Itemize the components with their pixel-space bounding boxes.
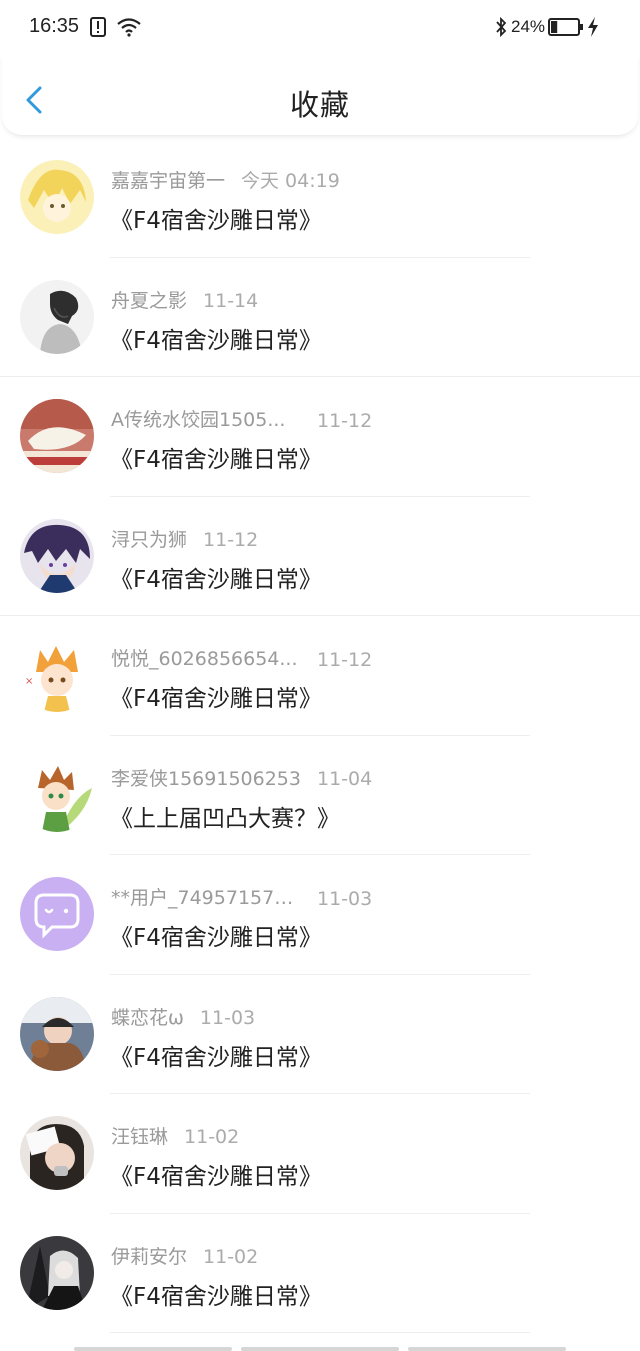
user-name[interactable]: 悦悦_6026856654... [111,644,301,671]
default-chat-bubble-avatar[interactable] [20,877,94,951]
page-title: 收藏 [289,88,350,122]
bottom-nav-hint [0,1345,640,1351]
list-item[interactable]: 伊莉安尔 11-02 《F4宿舍沙雕日常》 [0,1214,640,1333]
anime-blonde-avatar[interactable] [20,160,94,234]
item-meta: **用户_749571570... 11-03 [111,883,372,910]
battery-icon [548,18,583,36]
list-item[interactable]: 李爱侠15691506253 11-04 《上上届凹凸大赛？》 [0,736,640,855]
list-item[interactable]: × 悦悦_6026856654... 11-12 《F4宿舍沙雕日常》 [0,616,640,736]
user-name[interactable]: 李爱侠15691506253 [111,764,301,791]
item-date: 11-02 [184,1126,240,1148]
item-title[interactable]: 《F4宿舍沙雕日常》 [110,918,322,952]
status-time: 16:35 [29,15,80,37]
svg-text:×: × [25,676,33,687]
item-title[interactable]: 《F4宿舍沙雕日常》 [110,440,322,474]
list-item[interactable]: 汪钰琳 11-02 《F4宿舍沙雕日常》 [0,1094,640,1214]
item-meta: A传统水饺园1505... 11-12 [111,405,372,432]
child-photo-avatar[interactable] [20,996,94,1071]
divider [110,1332,530,1333]
alert-box-icon [90,17,106,37]
list-item[interactable]: 浔只为狮 11-12 《F4宿舍沙雕日常》 [0,497,640,616]
item-title[interactable]: 《F4宿舍沙雕日常》 [110,321,322,355]
list-item[interactable]: A传统水饺园1505... 11-12 《F4宿舍沙雕日常》 [0,377,640,497]
user-name[interactable]: 伊莉安尔 [111,1242,187,1269]
item-title[interactable]: 《F4宿舍沙雕日常》 [110,201,322,235]
item-date: 11-12 [203,528,259,551]
list-item[interactable]: 嘉嘉宇宙第一 今天 04:19 《F4宿舍沙雕日常》 [0,138,640,258]
chibi-green-avatar[interactable] [20,757,94,832]
item-meta: 浔只为狮 11-12 [111,525,258,552]
item-title[interactable]: 《上上届凹凸大赛？》 [110,799,340,833]
item-title[interactable]: 《F4宿舍沙雕日常》 [110,1157,322,1191]
item-meta: 舟夏之影 11-14 [111,286,258,313]
favorites-list: 嘉嘉宇宙第一 今天 04:19 《F4宿舍沙雕日常》 舟夏之影 11-14 《F4宿… [0,138,640,1333]
user-name[interactable]: 蝶恋花ω [111,1003,184,1030]
item-date: 11-14 [203,289,259,312]
dumpling-photo-avatar[interactable] [20,399,94,473]
user-name[interactable]: 舟夏之影 [111,286,187,313]
item-date: 11-03 [317,888,373,910]
item-title[interactable]: 《F4宿舍沙雕日常》 [110,1277,322,1311]
anime-purple-hair-avatar[interactable] [20,518,94,593]
item-date: 11-02 [203,1245,259,1268]
user-name[interactable]: 嘉嘉宇宙第一 [111,166,225,193]
user-name[interactable]: A传统水饺园1505... [111,405,301,432]
item-meta: 蝶恋花ω 11-03 [111,1003,255,1030]
list-item[interactable]: 蝶恋花ω 11-03 《F4宿舍沙雕日常》 [0,975,640,1094]
nav-segment [408,1347,566,1351]
list-item[interactable]: 舟夏之影 11-14 《F4宿舍沙雕日常》 [0,258,640,377]
item-date: 11-12 [317,649,373,671]
item-meta: 伊莉安尔 11-02 [111,1242,258,1269]
item-date: 11-04 [316,767,373,790]
wifi-icon [117,18,141,37]
lightning-icon [588,17,598,37]
nav-segment [241,1347,399,1351]
status-bar: 16:35 24% [0,0,640,56]
item-meta: 李爱侠15691506253 11-04 [111,764,372,791]
dark-anime-avatar[interactable] [20,1235,94,1310]
list-item[interactable]: **用户_749571570... 11-03 《F4宿舍沙雕日常》 [0,855,640,975]
item-meta: 悦悦_6026856654... 11-12 [111,644,372,671]
user-name[interactable]: 汪钰琳 [111,1122,168,1149]
item-date: 11-03 [199,1006,256,1029]
item-title[interactable]: 《F4宿舍沙雕日常》 [110,560,322,594]
bluetooth-icon [496,16,507,38]
item-title[interactable]: 《F4宿舍沙雕日常》 [110,679,322,713]
item-date: 11-12 [317,410,373,432]
nav-segment [74,1347,232,1351]
selfie-photo-avatar[interactable] [20,1116,94,1190]
item-date: 今天 04:19 [241,170,340,192]
user-name[interactable]: 浔只为狮 [111,525,187,552]
chibi-orange-hair-avatar[interactable]: × [20,638,94,712]
header-bar: 收藏 [2,56,638,136]
battery-percent: 24% [511,17,546,36]
item-meta: 汪钰琳 11-02 [111,1122,239,1149]
item-title[interactable]: 《F4宿舍沙雕日常》 [110,1038,322,1072]
user-name[interactable]: **用户_749571570... [111,883,301,910]
item-meta: 嘉嘉宇宙第一 今天 04:19 [111,166,340,193]
sketch-portrait-avatar[interactable] [20,279,94,354]
